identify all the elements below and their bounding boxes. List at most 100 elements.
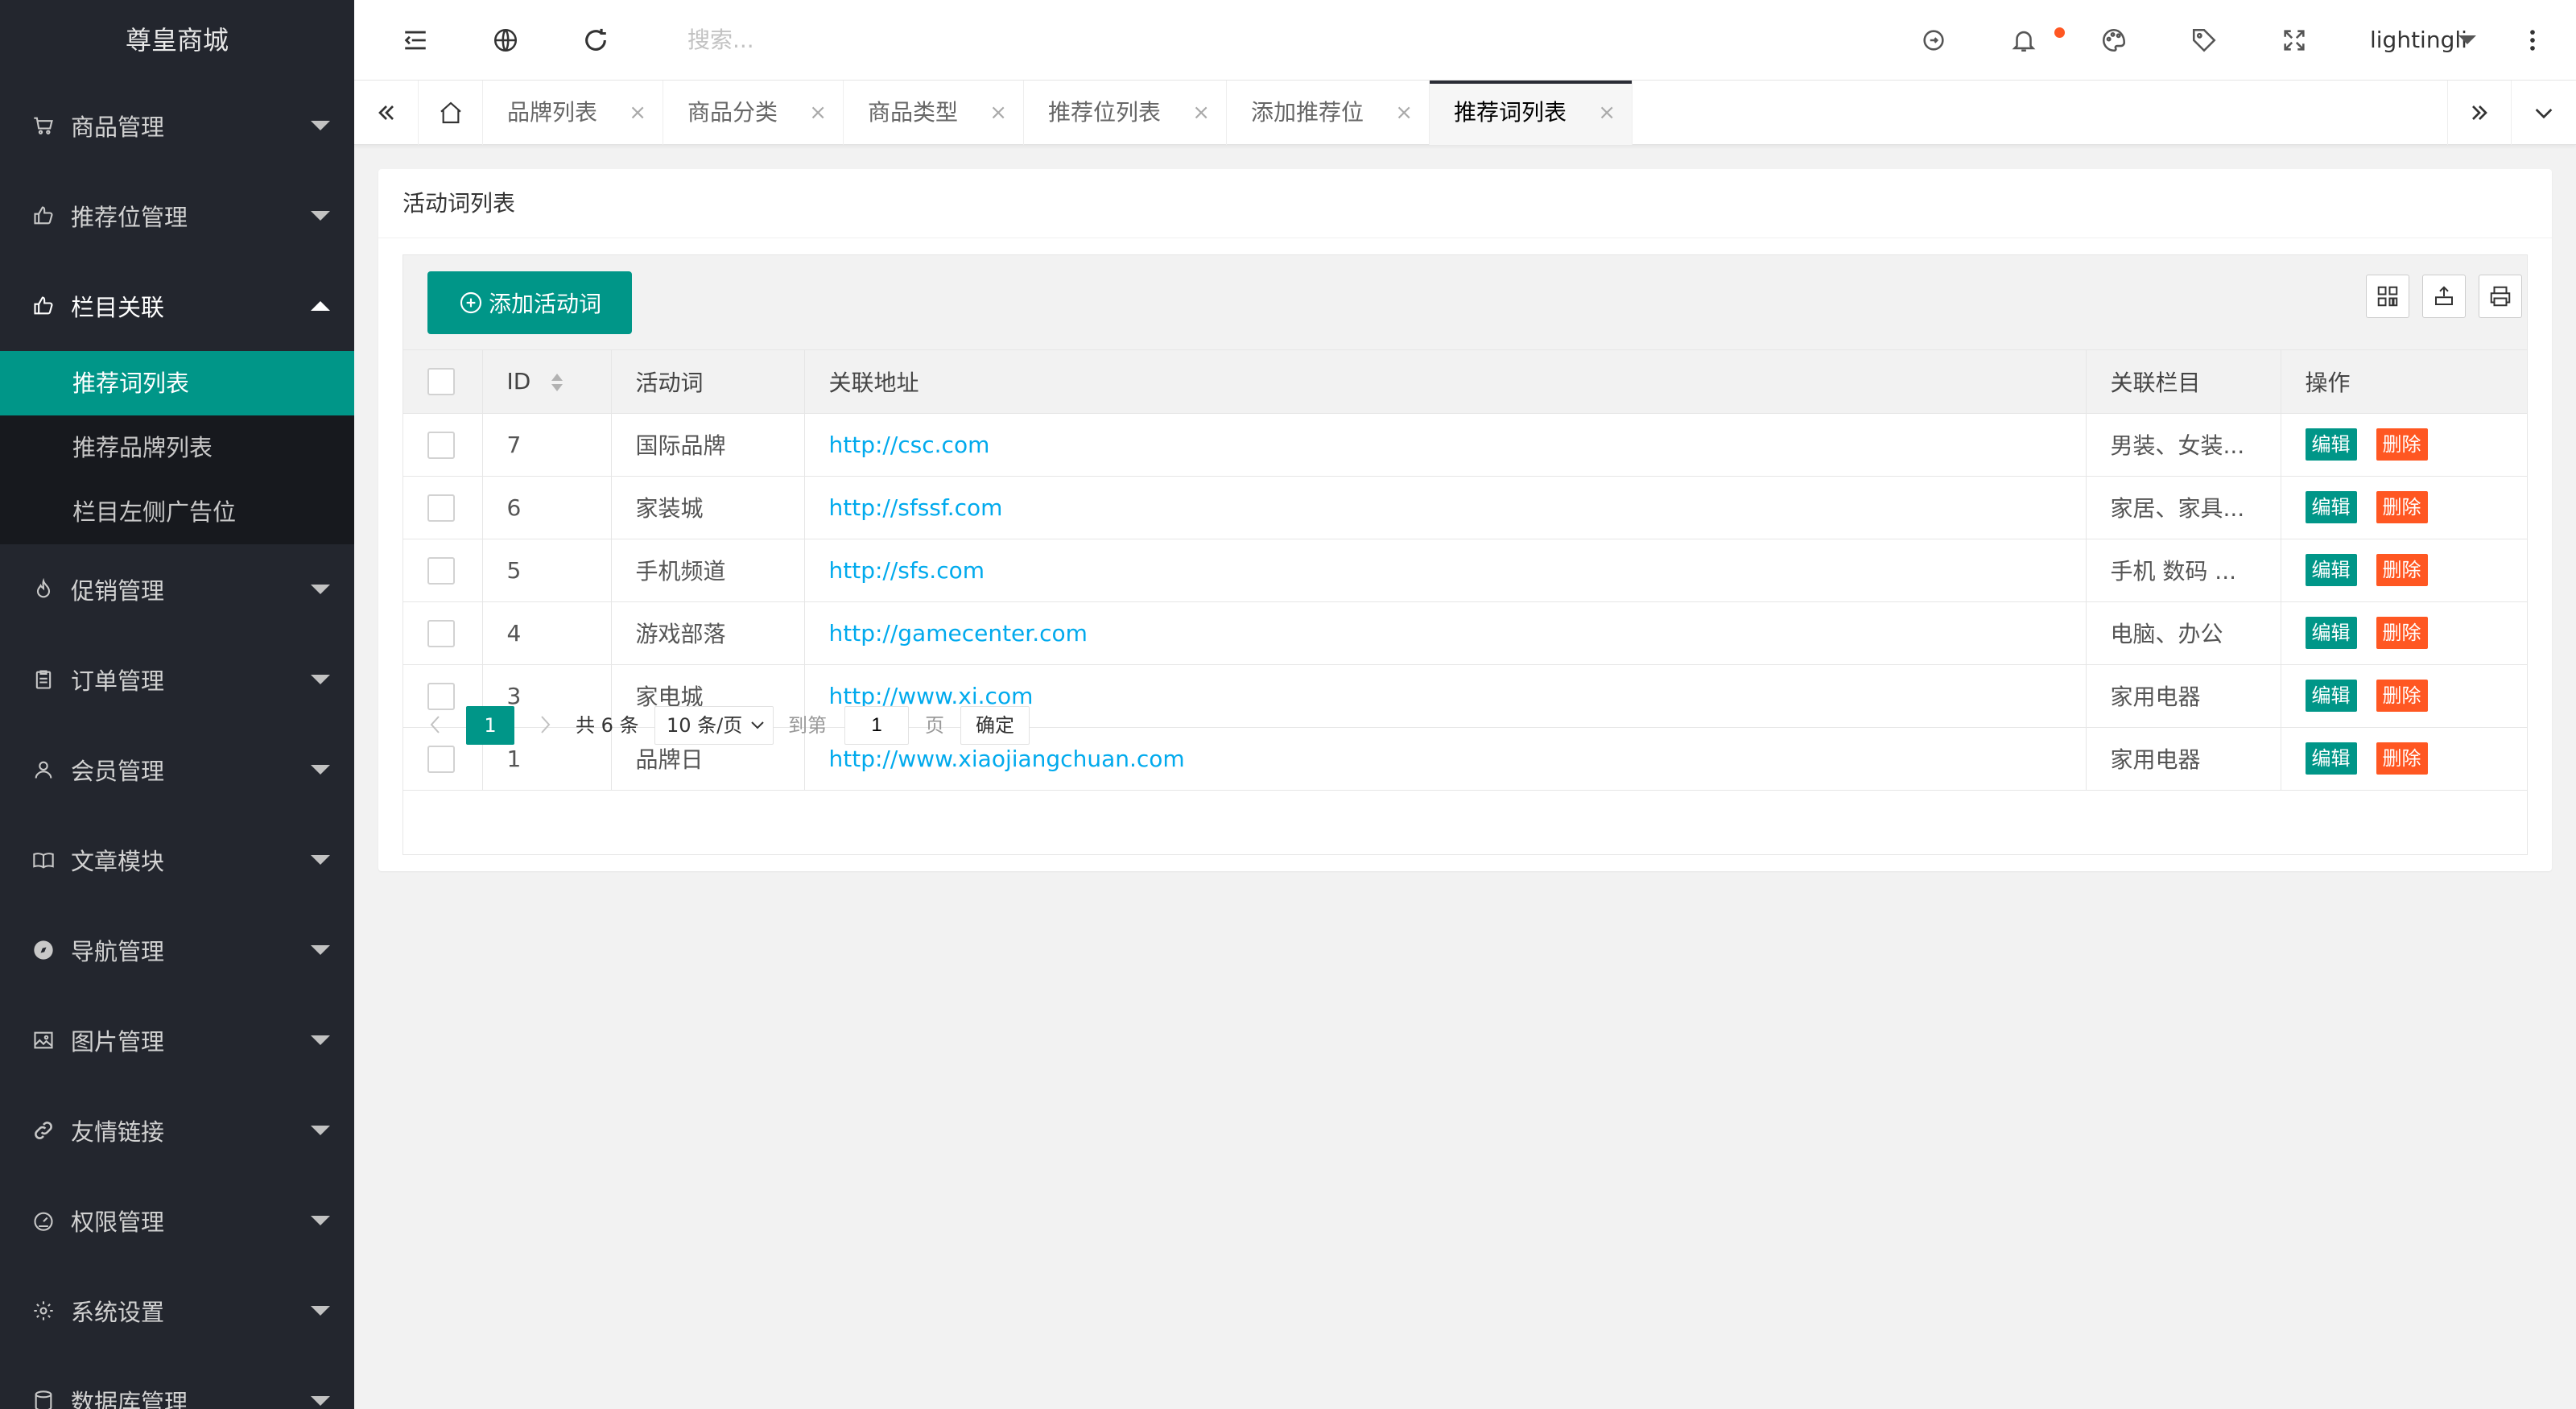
sidebar-item-links[interactable]: 友情链接 xyxy=(0,1085,354,1176)
cell-url-link[interactable]: http://csc.com xyxy=(829,432,990,458)
tabs-menu-chevron-icon[interactable] xyxy=(2512,81,2576,145)
sidebar-item-permissions[interactable]: 权限管理 xyxy=(0,1176,354,1266)
lock-screen-icon[interactable] xyxy=(1918,24,1950,56)
sidebar-item-label: 订单管理 xyxy=(71,667,165,695)
sidebar-item-database[interactable]: 数据库管理 xyxy=(0,1356,354,1409)
sidebar-item-images[interactable]: 图片管理 xyxy=(0,995,354,1085)
goto-label: 到第 xyxy=(788,714,827,737)
search-input[interactable]: 搜索... xyxy=(687,0,754,81)
edit-button[interactable]: 编辑 xyxy=(2305,554,2357,586)
delete-button[interactable]: 删除 xyxy=(2376,617,2428,649)
link-icon xyxy=(31,1118,56,1143)
sidebar-subitem-left-ad[interactable]: 栏目左侧广告位 xyxy=(0,480,354,544)
chevron-up-icon xyxy=(311,301,330,311)
edit-button[interactable]: 编辑 xyxy=(2305,617,2357,649)
tab-brand-list[interactable]: 品牌列表 × xyxy=(483,81,663,145)
close-icon[interactable]: × xyxy=(1598,81,1616,145)
tab-goods-type[interactable]: 商品类型 × xyxy=(844,81,1024,145)
page-number-current[interactable]: 1 xyxy=(466,706,514,745)
chevron-down-icon xyxy=(311,1396,330,1406)
columns-filter-icon[interactable] xyxy=(2366,275,2409,318)
sidebar-item-orders[interactable]: 订单管理 xyxy=(0,634,354,725)
cell-word: 家装城 xyxy=(611,476,805,539)
next-page-icon[interactable] xyxy=(529,706,561,743)
edit-button[interactable]: 编辑 xyxy=(2305,428,2357,461)
row-checkbox[interactable] xyxy=(427,619,455,647)
cell-url-link[interactable]: http://gamecenter.com xyxy=(829,620,1088,647)
tab-goods-category[interactable]: 商品分类 × xyxy=(663,81,844,145)
tab-recommend-position-list[interactable]: 推荐位列表 × xyxy=(1024,81,1227,145)
delete-button[interactable]: 删除 xyxy=(2376,491,2428,523)
goto-confirm-button[interactable]: 确定 xyxy=(960,706,1030,745)
tab-add-recommend-position[interactable]: 添加推荐位 × xyxy=(1227,81,1430,145)
chevron-down-icon xyxy=(311,945,330,955)
column-header-id[interactable]: ID xyxy=(482,350,612,414)
fullscreen-icon[interactable] xyxy=(2278,24,2310,56)
sidebar-item-label: 文章模块 xyxy=(71,848,165,875)
tabs-scroll-right-icon[interactable] xyxy=(2447,81,2512,145)
more-vertical-icon[interactable] xyxy=(2516,24,2549,56)
sidebar-item-members[interactable]: 会员管理 xyxy=(0,725,354,815)
home-icon[interactable] xyxy=(419,81,483,145)
table-row: 5 手机频道 http://sfs.com 手机 数码 ... 编辑 删除 xyxy=(403,539,2527,602)
menu-fold-icon[interactable] xyxy=(399,24,431,56)
chevron-down-icon xyxy=(311,121,330,130)
close-icon[interactable]: × xyxy=(1395,81,1413,145)
page-tabs: 品牌列表 × 商品分类 × 商品类型 × 推荐位列表 × 添加推荐位 × 推荐词… xyxy=(354,81,2576,145)
close-icon[interactable]: × xyxy=(1192,81,1210,145)
row-checkbox[interactable] xyxy=(427,556,455,585)
user-menu[interactable]: lightingli xyxy=(2370,0,2467,81)
card-title: 活动词列表 xyxy=(378,169,2552,238)
column-header-actions: 操作 xyxy=(2281,350,2527,414)
column-header-word: 活动词 xyxy=(611,350,805,414)
chevron-down-icon xyxy=(2458,35,2476,44)
tag-icon[interactable] xyxy=(2188,24,2220,56)
edit-button[interactable]: 编辑 xyxy=(2305,491,2357,523)
cell-url-link[interactable]: http://sfssf.com xyxy=(829,494,1003,521)
refresh-icon[interactable] xyxy=(580,24,612,56)
cell-id: 7 xyxy=(482,413,612,477)
theme-palette-icon[interactable] xyxy=(2098,24,2130,56)
sidebar-submenu: 推荐词列表 推荐品牌列表 栏目左侧广告位 xyxy=(0,351,354,544)
close-icon[interactable]: × xyxy=(809,81,827,145)
close-icon[interactable]: × xyxy=(989,81,1007,145)
bell-icon[interactable] xyxy=(2008,24,2040,56)
row-checkbox[interactable] xyxy=(427,494,455,522)
chevron-down-icon xyxy=(311,211,330,221)
globe-icon[interactable] xyxy=(489,24,522,56)
select-all-checkbox[interactable] xyxy=(427,368,455,396)
print-icon[interactable] xyxy=(2479,275,2522,318)
sidebar-item-promotion[interactable]: 促销管理 xyxy=(0,544,354,634)
sidebar-item-recommend[interactable]: 推荐位管理 xyxy=(0,171,354,261)
app-logo: 尊皇商城 xyxy=(0,0,354,81)
delete-button[interactable]: 删除 xyxy=(2376,554,2428,586)
sort-icon[interactable] xyxy=(549,372,565,393)
export-icon[interactable] xyxy=(2422,275,2466,318)
close-icon[interactable]: × xyxy=(629,81,646,145)
table-header-row: ID 活动词 关联地址 关联栏目 操作 xyxy=(403,350,2527,414)
cell-category: 手机 数码 ... xyxy=(2086,539,2281,602)
sidebar-subitem-brands[interactable]: 推荐品牌列表 xyxy=(0,415,354,480)
cell-category: 男装、女装... xyxy=(2086,413,2281,477)
cell-id: 4 xyxy=(482,601,612,665)
sidebar-item-label: 权限管理 xyxy=(71,1209,165,1236)
sidebar-item-articles[interactable]: 文章模块 xyxy=(0,815,354,905)
tabs-scroll-left-icon[interactable] xyxy=(354,81,419,145)
row-checkbox[interactable] xyxy=(427,431,455,459)
sidebar: 尊皇商城 商品管理 推荐位管理 栏目关联 推荐词列表 推荐品牌列表 栏目左侧广告… xyxy=(0,0,354,1409)
add-keyword-button[interactable]: 添加活动词 xyxy=(427,271,632,334)
sidebar-item-column-link[interactable]: 栏目关联 xyxy=(0,261,354,351)
chevron-down-icon xyxy=(311,765,330,775)
goto-page-input[interactable] xyxy=(844,706,909,745)
sidebar-item-settings[interactable]: 系统设置 xyxy=(0,1266,354,1356)
page-size-select[interactable]: 10 条/页 xyxy=(654,706,774,745)
column-header-url: 关联地址 xyxy=(804,350,2087,414)
cell-url-link[interactable]: http://sfs.com xyxy=(829,557,985,584)
prev-page-icon[interactable] xyxy=(419,706,452,743)
delete-button[interactable]: 删除 xyxy=(2376,428,2428,461)
sidebar-subitem-keywords[interactable]: 推荐词列表 xyxy=(0,351,354,415)
notification-dot xyxy=(2054,27,2065,38)
tab-keyword-list[interactable]: 推荐词列表 × xyxy=(1430,81,1633,145)
sidebar-item-navigation[interactable]: 导航管理 xyxy=(0,905,354,995)
sidebar-item-goods[interactable]: 商品管理 xyxy=(0,81,354,171)
